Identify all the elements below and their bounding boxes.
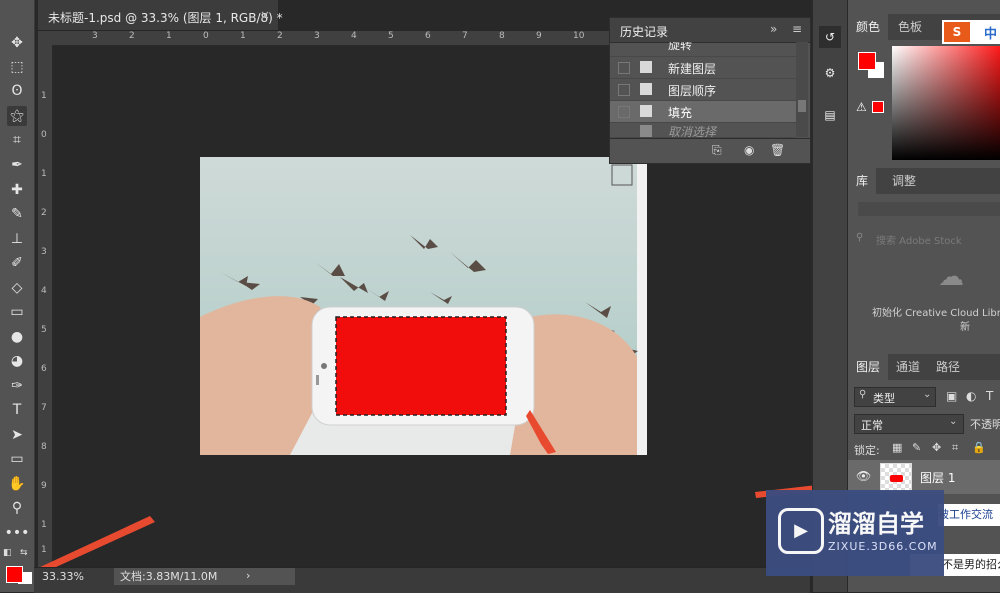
lock-all-icon[interactable]: 🔒 (972, 441, 986, 454)
tab-channels[interactable]: 通道 (888, 354, 928, 380)
watermark-brand: 溜溜自学 (828, 510, 924, 538)
properties-dock-icon[interactable]: ⚙ (819, 62, 841, 84)
tab-swatches[interactable]: 色板 (890, 14, 930, 40)
history-item-label: 旋转 (668, 42, 693, 52)
filter-search-icon: ⚲ (859, 389, 867, 400)
layer-name[interactable]: 图层 1 (920, 469, 955, 486)
watermark-url: ZIXUE.3D66.COM (828, 540, 938, 553)
history-item-selected[interactable]: 填充 (610, 101, 796, 123)
lock-position-icon[interactable]: ✥ (932, 441, 941, 454)
blend-mode-select[interactable]: 正常 ⌄ (854, 414, 964, 434)
watermark-logo: ▶ 溜溜自学 ZIXUE.3D66.COM (766, 490, 944, 576)
history-document-icon (640, 125, 652, 137)
history-item[interactable]: 旋转 (610, 42, 796, 57)
opacity-label: 不透明 (970, 418, 1000, 431)
layers-panel-tabs: 图层 通道 路径 (848, 354, 1000, 380)
visibility-eye-icon[interactable]: 👁 (856, 469, 871, 483)
foreground-color-chip[interactable] (858, 52, 876, 70)
adjustment-filter-icon[interactable]: ◐ (966, 389, 976, 403)
history-document-icon (640, 61, 652, 73)
layer-row[interactable]: 👁 图层 1 (848, 460, 1000, 494)
arrow-pointer-phone (526, 410, 556, 454)
history-document-icon (640, 83, 652, 95)
ime-logo-icon: S (944, 22, 970, 42)
layer-filter-select[interactable]: ⚲ 类型 ⌄ (854, 387, 936, 407)
zoom-level[interactable]: 33.33% (42, 570, 84, 583)
tab-color[interactable]: 颜色 (848, 14, 889, 40)
history-checkbox[interactable] (618, 106, 630, 118)
tab-adjustments[interactable]: 调整 (884, 168, 924, 194)
panel-menu-icon[interactable]: ≡ (792, 22, 802, 36)
snapshot-camera-icon[interactable]: ◉ (744, 143, 754, 157)
lock-label: 锁定: (854, 444, 880, 457)
history-panel-title: 历史记录 (620, 25, 669, 39)
stock-search-input[interactable]: 搜索 Adobe Stock (876, 232, 962, 247)
search-icon: ⚲ (856, 232, 864, 243)
play-icon: ▶ (778, 508, 824, 554)
ime-toolbar[interactable]: S 中 (942, 20, 1000, 44)
history-panel: 历史记录 » ≡ 旋转 新建图层 图层顺序 填充 取消选择 ⎘ ◉ 🗑 (609, 17, 811, 164)
type-filter-icon[interactable]: T (986, 389, 993, 403)
history-dock-icon[interactable]: ↺ (819, 26, 841, 48)
history-item-label: 图层顺序 (668, 84, 717, 98)
history-item[interactable]: 图层顺序 (610, 79, 796, 101)
history-document-icon (640, 105, 652, 117)
layer-filter-value: 类型 (873, 392, 895, 405)
delete-trash-icon[interactable]: 🗑 (770, 143, 785, 157)
history-item-label: 填充 (668, 106, 693, 120)
notice-banner: 被工作交流 (938, 504, 1000, 526)
gamut-warning-icon[interactable]: ⚠ (856, 100, 867, 114)
history-panel-footer: ⎘ ◉ 🗑 (610, 138, 810, 163)
library-panel-tabs: 库 调整 (848, 168, 1000, 194)
image-filter-icon[interactable]: ▣ (946, 389, 957, 403)
color-picker-field[interactable] (892, 46, 1000, 160)
new-document-from-state-icon[interactable]: ⎘ (712, 143, 722, 158)
tab-libraries[interactable]: 库 (848, 168, 877, 194)
tab-layers[interactable]: 图层 (848, 354, 889, 380)
tab-paths[interactable]: 路径 (928, 354, 968, 380)
blend-mode-value: 正常 (861, 419, 883, 432)
expand-panel-icon[interactable]: » (770, 22, 777, 36)
status-menu-arrow-icon[interactable]: › (246, 569, 250, 582)
creative-cloud-icon: ☁ (938, 262, 964, 292)
history-scrollbar[interactable] (796, 42, 808, 137)
history-panel-header: 历史记录 » ≡ (610, 18, 810, 43)
lock-artboard-icon[interactable]: ⌗ (952, 441, 958, 455)
status-bar: 33.33% 文档:3.83M/11.0M › (34, 567, 810, 593)
history-scrollbar-thumb[interactable] (798, 100, 806, 112)
library-select[interactable] (858, 202, 1000, 216)
arrow-pointer-swatch (38, 516, 155, 574)
history-item[interactable]: 新建图层 (610, 57, 796, 79)
history-item-label: 新建图层 (668, 62, 717, 76)
library-status-message: 初始化 Creative Cloud Librar (872, 308, 1000, 319)
libraries-dock-icon[interactable]: ▤ (819, 104, 841, 126)
gamut-color-chip[interactable] (872, 101, 884, 113)
history-item[interactable]: 取消选择 (610, 123, 796, 138)
document-size[interactable]: 文档:3.83M/11.0M (114, 568, 295, 585)
chevron-down-icon: ⌄ (949, 416, 958, 427)
lock-pixels-icon[interactable]: ✎ (912, 441, 921, 454)
layer-thumbnail-fill (890, 475, 903, 482)
history-item-label: 取消选择 (668, 125, 717, 138)
history-checkbox[interactable] (618, 84, 630, 96)
history-checkbox[interactable] (618, 62, 630, 74)
chevron-down-icon: ⌄ (923, 389, 932, 400)
library-status-message-2: 新 (960, 322, 970, 333)
layer-thumbnail (880, 463, 912, 491)
ime-mode-label[interactable]: 中 (984, 23, 997, 42)
lock-transparency-icon[interactable]: ▦ (892, 441, 902, 454)
